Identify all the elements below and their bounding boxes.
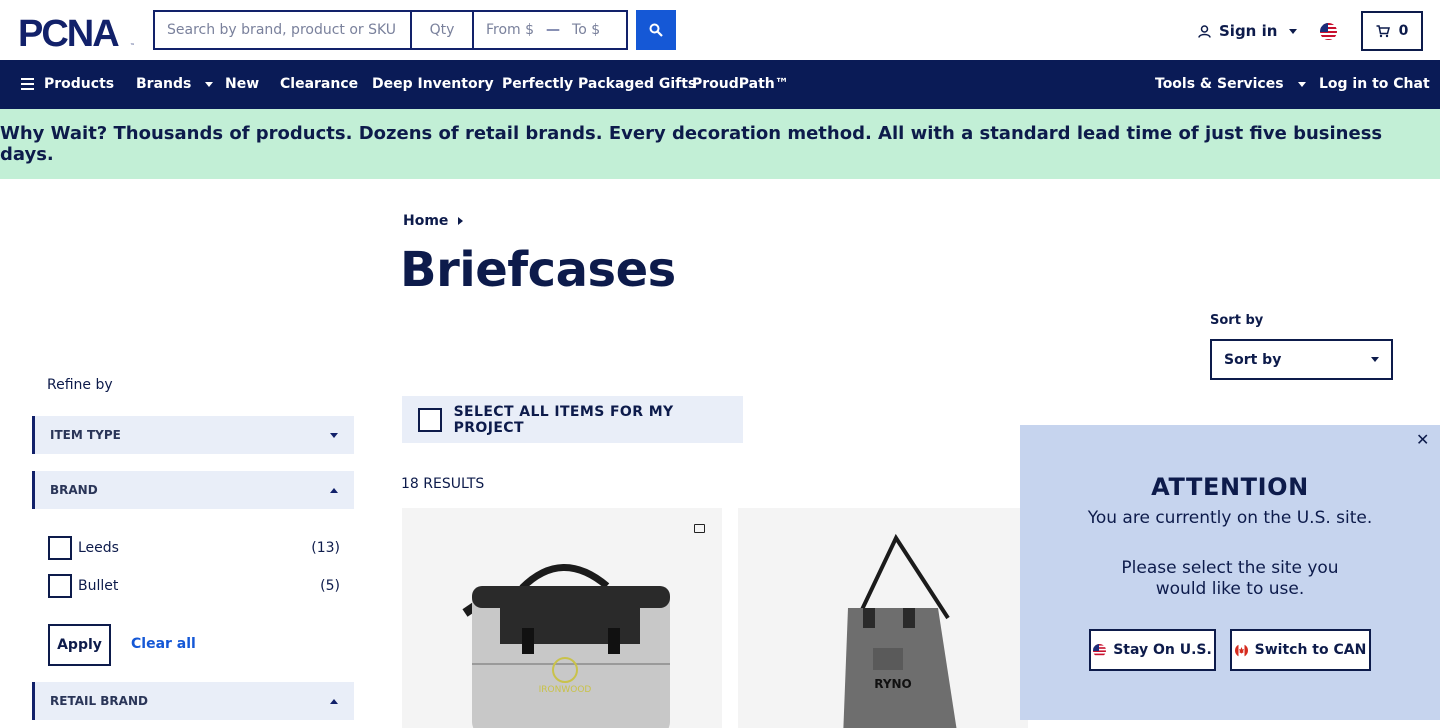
price-range: From $ — To $ [474, 12, 626, 48]
modal-current-site: You are currently on the U.S. site. [1087, 508, 1373, 528]
option-label: Leeds [78, 540, 119, 556]
checkbox[interactable] [48, 574, 72, 598]
canada-flag-icon [1234, 643, 1248, 657]
close-icon[interactable]: ✕ [1416, 432, 1430, 448]
product-imprint: IRONWOOD [539, 685, 592, 695]
chevron-down-icon [1297, 81, 1306, 87]
nav-chat[interactable]: Log in to Chat [1319, 76, 1430, 92]
us-flag-icon[interactable] [1320, 23, 1337, 40]
chevron-down-icon [1289, 28, 1298, 34]
us-flag-icon [1093, 643, 1107, 657]
site-header: PCNA ™ Search by brand, product or SKU Q… [0, 0, 1440, 60]
chevron-right-icon [458, 217, 464, 225]
promo-banner: Why Wait? Thousands of products. Dozens … [0, 109, 1440, 179]
price-from-input[interactable]: From $ [486, 22, 534, 38]
facet-brand[interactable]: BRAND [32, 471, 354, 509]
price-to-input[interactable]: To $ [572, 22, 600, 38]
nav-brands-label: Brands [136, 76, 192, 92]
signin-menu[interactable]: Sign in [1198, 22, 1298, 40]
chevron-down-icon [330, 432, 338, 438]
option-label: Bullet [78, 578, 119, 594]
facet-item-type[interactable]: ITEM TYPE [32, 416, 354, 454]
select-all-bar[interactable]: SELECT ALL ITEMS FOR MY PROJECT [402, 396, 743, 443]
nav-brands[interactable]: Brands [136, 76, 214, 92]
logo-text: PCNA [18, 15, 119, 49]
nav-deep-inventory-label: Deep Inventory [372, 76, 494, 92]
stay-us-button[interactable]: Stay On U.S. [1089, 629, 1216, 671]
brand-option-bullet[interactable]: Bullet (5) [48, 574, 340, 598]
modal-prompt-line1: Please select the site you [1121, 558, 1339, 578]
facet-retail-brand[interactable]: RETAIL BRAND [32, 682, 354, 720]
nav-clearance[interactable]: Clearance [280, 76, 358, 92]
sort-label: Sort by [1210, 313, 1264, 328]
user-icon [1198, 24, 1211, 38]
facet-label: ITEM TYPE [50, 428, 121, 442]
product-card[interactable]: IRONWOOD [402, 508, 722, 728]
switch-can-label: Switch to CAN [1254, 642, 1367, 658]
sort-select[interactable]: Sort by [1210, 339, 1393, 380]
promo-text: Why Wait? Thousands of products. Dozens … [0, 123, 1383, 165]
nav-gifts-label: Perfectly Packaged Gifts [502, 76, 697, 92]
product-card[interactable]: RYNO [738, 508, 1028, 728]
results-count: 18 RESULTS [401, 476, 485, 492]
site-selector-modal: ✕ ATTENTION You are currently on the U.S… [1020, 425, 1440, 720]
breadcrumb-home[interactable]: Home [403, 213, 448, 229]
search-bar: Search by brand, product or SKU Qty From… [153, 10, 628, 50]
pcna-logo[interactable]: PCNA ™ [18, 15, 136, 49]
cart-count: 0 [1398, 23, 1409, 39]
nav-proudpath[interactable]: ProudPath™ [692, 76, 789, 92]
chevron-down-icon [205, 81, 214, 87]
brand-option-leeds[interactable]: Leeds (13) [48, 536, 340, 560]
modal-title: ATTENTION [1151, 473, 1309, 501]
nav-products[interactable]: Products [21, 76, 114, 92]
product-image-messenger: RYNO [843, 533, 957, 728]
clear-all-link[interactable]: Clear all [131, 636, 196, 652]
product-imprint: RYNO [874, 677, 912, 691]
refine-heading: Refine by [47, 377, 113, 393]
hamburger-icon [21, 78, 34, 90]
chevron-down-icon [1371, 357, 1379, 362]
nav-proudpath-label: ProudPath™ [692, 76, 789, 92]
breadcrumb: Home [403, 213, 464, 229]
search-button[interactable] [636, 10, 676, 50]
page-title: Briefcases [400, 242, 676, 298]
stay-us-label: Stay On U.S. [1113, 642, 1212, 658]
price-dash: — [546, 22, 561, 38]
select-all-label: SELECT ALL ITEMS FOR MY PROJECT [453, 403, 674, 436]
nav-deep-inventory[interactable]: Deep Inventory [372, 76, 494, 92]
select-all-checkbox[interactable] [418, 407, 442, 432]
cart-icon [1376, 24, 1390, 37]
nav-clearance-label: Clearance [280, 76, 359, 92]
nav-new[interactable]: New [225, 76, 259, 92]
nav-new-label: New [225, 76, 260, 92]
svg-text:™: ™ [130, 43, 135, 49]
chevron-up-icon [330, 698, 338, 704]
search-input[interactable]: Search by brand, product or SKU [155, 12, 412, 48]
search-icon [649, 23, 663, 37]
facet-label: BRAND [50, 483, 98, 497]
option-count: (13) [311, 540, 340, 556]
option-count: (5) [320, 578, 340, 594]
cart-button[interactable]: 0 [1361, 11, 1423, 51]
modal-prompt-line2: would like to use. [1155, 579, 1305, 599]
nav-gifts[interactable]: Perfectly Packaged Gifts [502, 76, 696, 92]
qty-input[interactable]: Qty [412, 12, 474, 48]
nav-chat-label: Log in to Chat [1319, 76, 1430, 92]
chevron-up-icon [330, 487, 338, 493]
nav-tools-label: Tools & Services [1155, 76, 1284, 92]
signin-label: Sign in [1219, 22, 1278, 40]
checkbox[interactable] [48, 536, 72, 560]
sort-selected-value: Sort by [1224, 351, 1282, 368]
nav-products-label: Products [44, 76, 115, 92]
facet-label: RETAIL BRAND [50, 694, 148, 708]
apply-button[interactable]: Apply [48, 624, 111, 666]
nav-tools[interactable]: Tools & Services [1155, 76, 1306, 92]
switch-can-button[interactable]: Switch to CAN [1230, 629, 1371, 671]
product-image-briefcase: IRONWOOD [462, 564, 670, 728]
main-nav: Products Brands New Clearance Deep Inven… [0, 60, 1440, 109]
